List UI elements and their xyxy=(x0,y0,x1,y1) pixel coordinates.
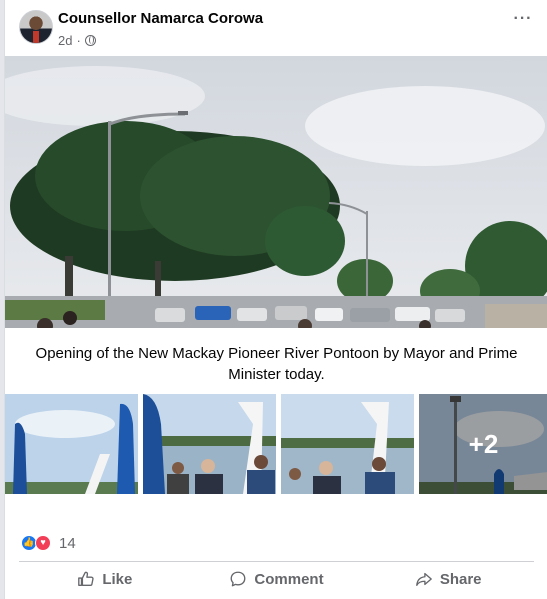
photo-thumbnail-2[interactable] xyxy=(143,394,276,494)
comment-label: Comment xyxy=(254,570,324,588)
share-label: Share xyxy=(439,570,482,588)
post-timestamp[interactable]: 2d xyxy=(58,33,72,48)
reaction-count[interactable]: 14 xyxy=(59,535,76,552)
like-label: Like xyxy=(102,570,133,588)
post-actions: Like Comment Share xyxy=(19,562,534,596)
share-button[interactable]: Share xyxy=(362,562,534,596)
photo-thumbnail-4[interactable]: +2 xyxy=(419,394,547,494)
author-avatar[interactable] xyxy=(19,10,53,44)
photo-thumbnail-1[interactable] xyxy=(5,394,138,494)
thumbnail-1-image xyxy=(5,394,138,494)
post-meta: 2d · xyxy=(58,33,96,48)
post-caption: Opening of the New Mackay Pioneer River … xyxy=(35,345,518,383)
thumbnail-3-image xyxy=(281,394,414,494)
globe-icon[interactable] xyxy=(84,35,96,46)
author-name[interactable]: Counsellor Namarca Corowa xyxy=(58,10,263,27)
thumbs-up-icon xyxy=(78,571,94,586)
comment-button[interactable]: Comment xyxy=(191,562,363,596)
speech-bubble-icon xyxy=(230,571,246,587)
post-header: Counsellor Namarca Corowa 2d · ··· xyxy=(5,0,547,56)
love-reaction-icon: ♥ xyxy=(35,535,51,551)
main-photo-image xyxy=(5,56,547,328)
photo-thumbnail-3[interactable] xyxy=(281,394,414,494)
main-photo[interactable] xyxy=(5,56,547,328)
more-options-icon[interactable]: ··· xyxy=(512,11,534,34)
like-button[interactable]: Like xyxy=(19,562,191,596)
share-arrow-icon xyxy=(415,572,432,586)
thumbnail-2-image xyxy=(143,394,276,494)
more-photos-overlay[interactable]: +2 xyxy=(419,394,547,494)
meta-separator: · xyxy=(76,33,81,48)
reaction-summary[interactable]: 👍 ♥ 14 xyxy=(21,533,76,553)
post-card: Counsellor Namarca Corowa 2d · ··· Openi… xyxy=(4,0,547,599)
